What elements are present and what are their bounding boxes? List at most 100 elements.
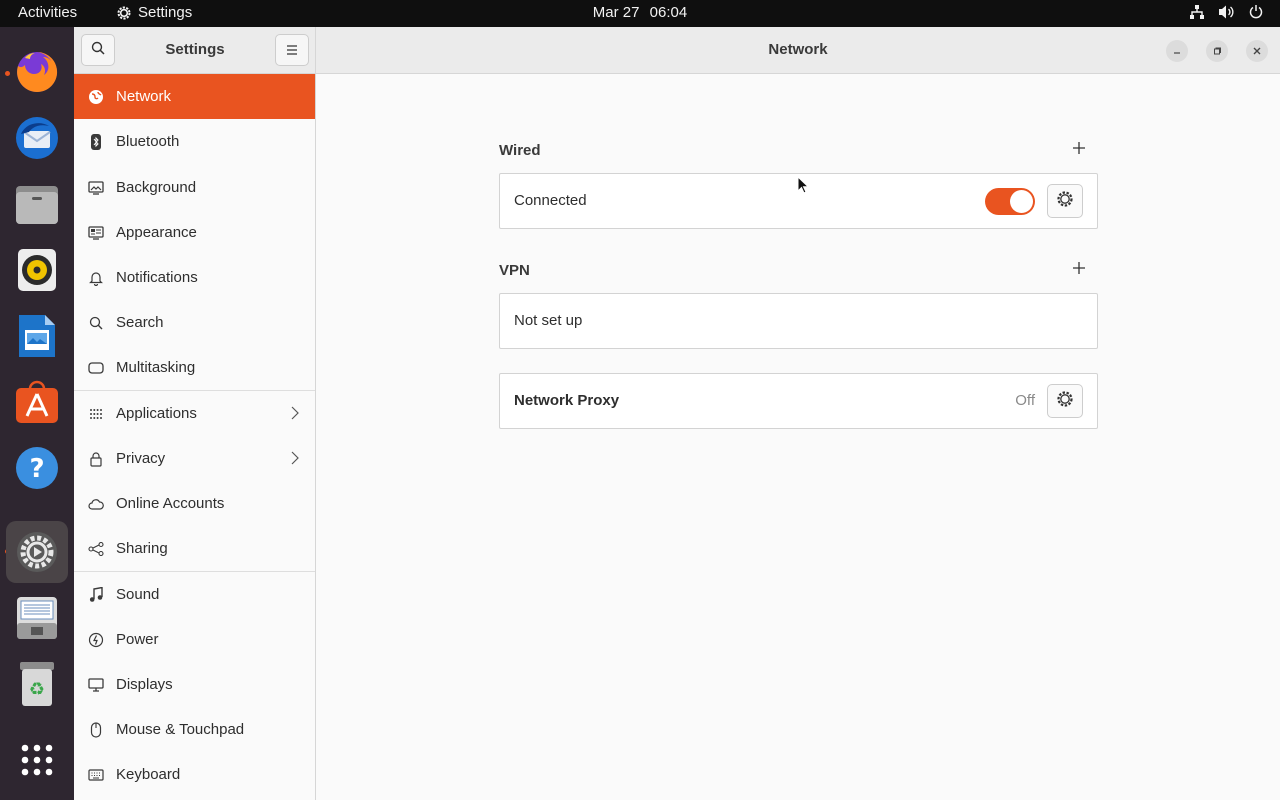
power-icon[interactable] <box>1248 4 1264 20</box>
plus-icon <box>1073 141 1085 158</box>
sidebar-item-notifications[interactable]: Notifications <box>74 255 315 300</box>
mouse-icon <box>87 721 105 739</box>
grid-icon <box>87 405 105 423</box>
sidebar-item-label: Online Accounts <box>116 495 225 512</box>
sidebar-item-sound[interactable]: Sound <box>74 572 315 617</box>
network-proxy-row[interactable]: Network Proxy Off <box>499 373 1098 429</box>
wired-status-text: Connected <box>514 192 587 209</box>
sidebar-item-applications[interactable]: Applications <box>74 391 315 436</box>
sidebar-item-appearance[interactable]: Appearance <box>74 210 315 255</box>
proxy-settings-button[interactable] <box>1047 384 1083 418</box>
sidebar-item-label: Mouse & Touchpad <box>116 721 245 738</box>
restore-icon <box>1212 43 1222 60</box>
music-note-icon <box>87 586 105 604</box>
network-proxy-state: Off <box>1015 392 1035 409</box>
search-icon <box>87 314 105 332</box>
sidebar-item-mouse-touchpad[interactable]: Mouse & Touchpad <box>74 707 315 752</box>
bluetooth-icon <box>87 133 105 151</box>
chevron-right-icon <box>291 451 299 469</box>
svg-text:♻: ♻ <box>29 679 45 700</box>
page-title: Network <box>768 41 828 58</box>
help-icon[interactable]: ? <box>6 437 68 499</box>
sidebar-item-label: Privacy <box>116 450 166 467</box>
content-header: Network <box>316 27 1280 74</box>
sidebar-header: Settings <box>74 27 316 74</box>
toggle-knob <box>1010 190 1033 213</box>
clock[interactable]: Mar 27 06:04 <box>0 4 1280 21</box>
sidebar-item-label: Appearance <box>116 224 197 241</box>
document-scanner-icon[interactable] <box>6 587 68 649</box>
trash-icon[interactable]: ♻ <box>6 653 68 715</box>
sidebar-item-background[interactable]: Background <box>74 165 315 210</box>
sidebar-item-label: Keyboard <box>116 766 181 783</box>
wired-settings-button[interactable] <box>1047 184 1083 218</box>
sidebar-item-bluetooth[interactable]: Bluetooth <box>74 119 315 164</box>
close-button[interactable] <box>1246 40 1268 62</box>
settings-app-icon[interactable] <box>6 521 68 583</box>
rhythmbox-icon[interactable] <box>6 239 68 301</box>
sidebar-item-label: Search <box>116 314 164 331</box>
maximize-button[interactable] <box>1206 40 1228 62</box>
vpn-status-text: Not set up <box>514 312 583 329</box>
cloud-icon <box>87 495 105 513</box>
minimize-icon <box>1172 43 1182 60</box>
firefox-icon[interactable] <box>6 41 68 103</box>
sidebar-item-label: Notifications <box>116 269 198 286</box>
sidebar-item-online-accounts[interactable]: Online Accounts <box>74 481 315 526</box>
multitasking-icon <box>87 359 105 377</box>
network-globe-icon <box>87 88 105 106</box>
volume-icon[interactable] <box>1218 4 1235 20</box>
sidebar-item-label: Applications <box>116 405 197 422</box>
sidebar-item-keyboard[interactable]: Keyboard <box>74 752 315 797</box>
sidebar-item-search[interactable]: Search <box>74 300 315 345</box>
sidebar-item-power[interactable]: Power <box>74 617 315 662</box>
hamburger-menu-icon <box>286 42 298 59</box>
bell-icon <box>87 269 105 287</box>
mouse-cursor-icon <box>797 175 810 198</box>
appearance-icon <box>87 224 105 242</box>
add-wired-connection-button[interactable] <box>1069 139 1089 159</box>
sidebar-item-label: Background <box>116 179 197 196</box>
libreoffice-writer-icon[interactable] <box>6 305 68 367</box>
network-icon[interactable] <box>1189 4 1205 20</box>
sidebar-item-sharing[interactable]: Sharing <box>74 526 315 571</box>
sidebar-item-privacy[interactable]: Privacy <box>74 436 315 481</box>
lock-icon <box>87 450 105 468</box>
sidebar-item-label: Displays <box>116 676 173 693</box>
chevron-right-icon <box>291 406 299 424</box>
sidebar-item-network[interactable]: Network <box>74 74 315 119</box>
vpn-row: Not set up <box>499 293 1098 349</box>
sidebar-item-label: Power <box>116 631 159 648</box>
thunderbird-icon[interactable] <box>6 107 68 169</box>
sidebar-item-multitasking[interactable]: Multitasking <box>74 345 315 390</box>
sidebar-item-label: Network <box>116 88 172 105</box>
gear-icon <box>1056 390 1074 412</box>
display-icon <box>87 676 105 694</box>
settings-sidebar: Network Bluetooth Background Appearance … <box>74 74 316 800</box>
background-icon <box>87 179 105 197</box>
show-applications-icon[interactable] <box>6 729 68 791</box>
share-icon <box>87 540 105 558</box>
network-proxy-label: Network Proxy <box>514 392 620 409</box>
sidebar-item-label: Multitasking <box>116 359 196 376</box>
add-vpn-button[interactable] <box>1069 259 1089 279</box>
clock-time: 06:04 <box>649 4 688 21</box>
main-menu-button[interactable] <box>275 34 309 66</box>
keyboard-icon <box>87 766 105 784</box>
settings-window: Settings Network Network Bluetooth Backg… <box>74 27 1280 800</box>
close-icon <box>1252 43 1262 60</box>
ubuntu-software-icon[interactable] <box>6 371 68 433</box>
sidebar-item-displays[interactable]: Displays <box>74 662 315 707</box>
gear-icon <box>1056 190 1074 212</box>
wired-toggle-switch[interactable] <box>985 188 1035 215</box>
system-tray[interactable] <box>1189 4 1264 20</box>
files-icon[interactable] <box>6 173 68 235</box>
minimize-button[interactable] <box>1166 40 1188 62</box>
plus-icon <box>1073 261 1085 278</box>
sidebar-item-label: Bluetooth <box>116 133 180 150</box>
sidebar-item-label: Sound <box>116 586 160 603</box>
dock: ? ♻ <box>0 27 74 800</box>
power-icon <box>87 631 105 649</box>
vpn-section-title: VPN <box>499 262 530 279</box>
wired-section-title: Wired <box>499 142 541 159</box>
